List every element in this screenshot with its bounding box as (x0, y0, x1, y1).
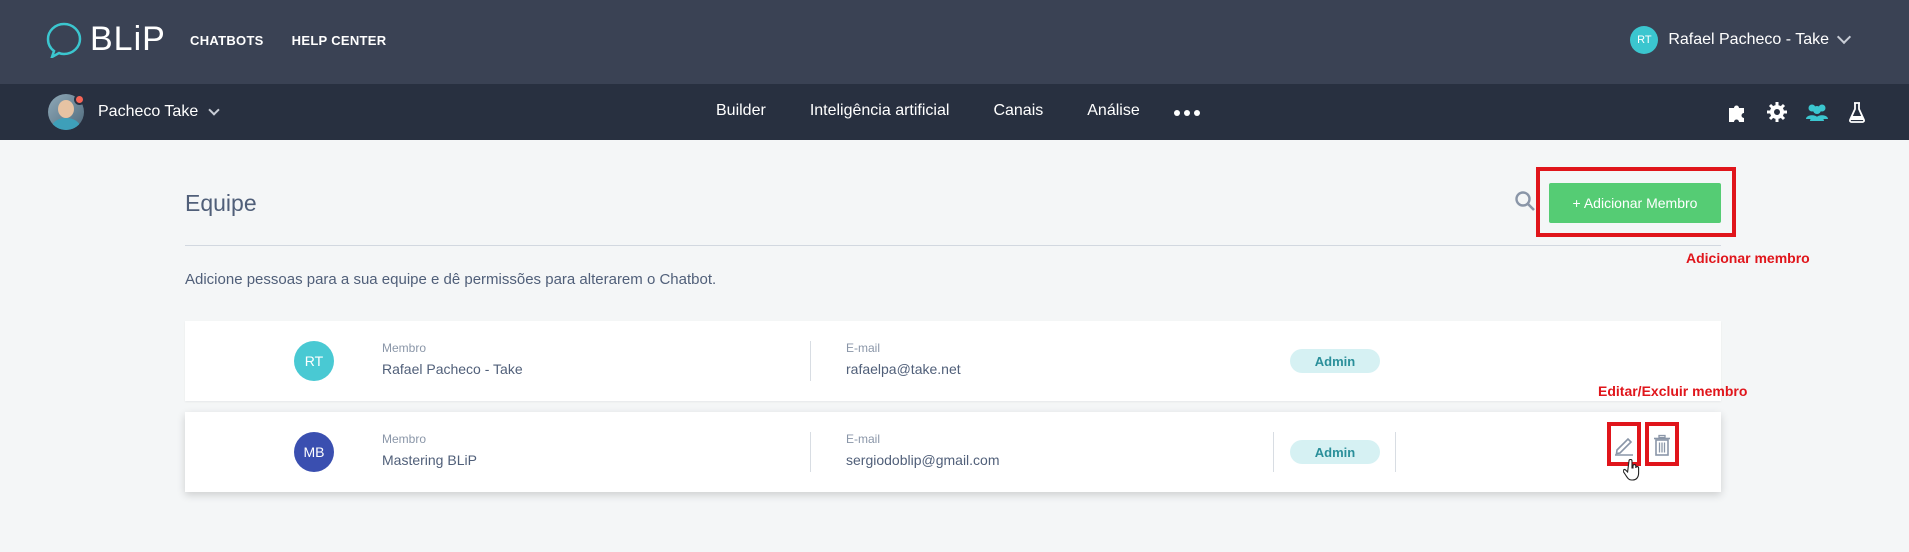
user-avatar: RT (1630, 26, 1659, 54)
more-icon[interactable] (1174, 110, 1200, 116)
hand-cursor-icon (1623, 459, 1640, 481)
bot-bar: Pacheco Take Builder Inteligência artifi… (0, 84, 1909, 140)
puzzle-icon[interactable] (1725, 100, 1749, 124)
member-label: Membro (382, 432, 427, 446)
nav-canais[interactable]: Canais (993, 102, 1043, 120)
trash-icon[interactable] (1651, 434, 1673, 456)
column-separator (810, 432, 811, 472)
flask-icon[interactable] (1845, 100, 1869, 124)
nav-help-center[interactable]: HELP CENTER (292, 33, 387, 48)
tool-icons (1725, 100, 1869, 124)
chat-bubble-logo-icon (46, 22, 82, 58)
column-separator (1395, 432, 1396, 472)
notification-dot (74, 94, 85, 105)
top-bar: BLiP CHATBOTS HELP CENTER RT Rafael Pach… (0, 0, 1909, 84)
logo-text: BLiP (90, 20, 166, 58)
user-menu[interactable]: RT Rafael Pacheco - Take (1630, 26, 1852, 54)
member-row: MB Membro Mastering BLiP E-mail sergiodo… (185, 412, 1721, 492)
gear-icon[interactable] (1765, 100, 1789, 124)
annotation-add-label: Adicionar membro (1686, 250, 1810, 266)
blip-logo[interactable]: BLiP (46, 20, 166, 59)
member-avatar: MB (294, 432, 334, 472)
add-member-button[interactable]: + Adicionar Membro (1549, 183, 1721, 223)
nav-inteligencia-artificial[interactable]: Inteligência artificial (810, 102, 950, 120)
top-nav: CHATBOTS HELP CENTER (190, 33, 386, 48)
nav-chatbots[interactable]: CHATBOTS (190, 33, 264, 48)
member-row: RT Membro Rafael Pacheco - Take E-mail r… (185, 321, 1721, 401)
bot-name: Pacheco Take (98, 103, 199, 120)
chevron-down-icon (208, 103, 220, 116)
member-name: Mastering BLiP (382, 452, 477, 468)
member-label: Membro (382, 341, 427, 355)
team-description: Adicione pessoas para a sua equipe e dê … (185, 271, 717, 288)
nav-builder[interactable]: Builder (716, 102, 766, 120)
pencil-icon[interactable] (1613, 434, 1635, 456)
member-email: sergiodoblip@gmail.com (846, 452, 1000, 468)
role-badge: Admin (1290, 440, 1380, 464)
email-label: E-mail (846, 432, 881, 446)
column-separator (810, 341, 811, 381)
member-name: Rafael Pacheco - Take (382, 361, 523, 377)
chevron-down-icon (1836, 29, 1852, 45)
divider (185, 245, 1721, 246)
email-label: E-mail (846, 341, 881, 355)
search-icon[interactable] (1514, 190, 1536, 212)
team-icon[interactable] (1805, 100, 1829, 124)
column-separator (1273, 432, 1274, 472)
main-nav: Builder Inteligência artificial Canais A… (716, 102, 1140, 120)
member-email: rafaelpa@take.net (846, 361, 961, 377)
user-name: Rafael Pacheco - Take (1668, 31, 1829, 48)
page-title: Equipe (185, 190, 257, 216)
member-avatar: RT (294, 341, 334, 381)
annotation-edit-label: Editar/Excluir membro (1598, 383, 1748, 399)
nav-analise[interactable]: Análise (1087, 102, 1139, 120)
role-badge: Admin (1290, 349, 1380, 373)
